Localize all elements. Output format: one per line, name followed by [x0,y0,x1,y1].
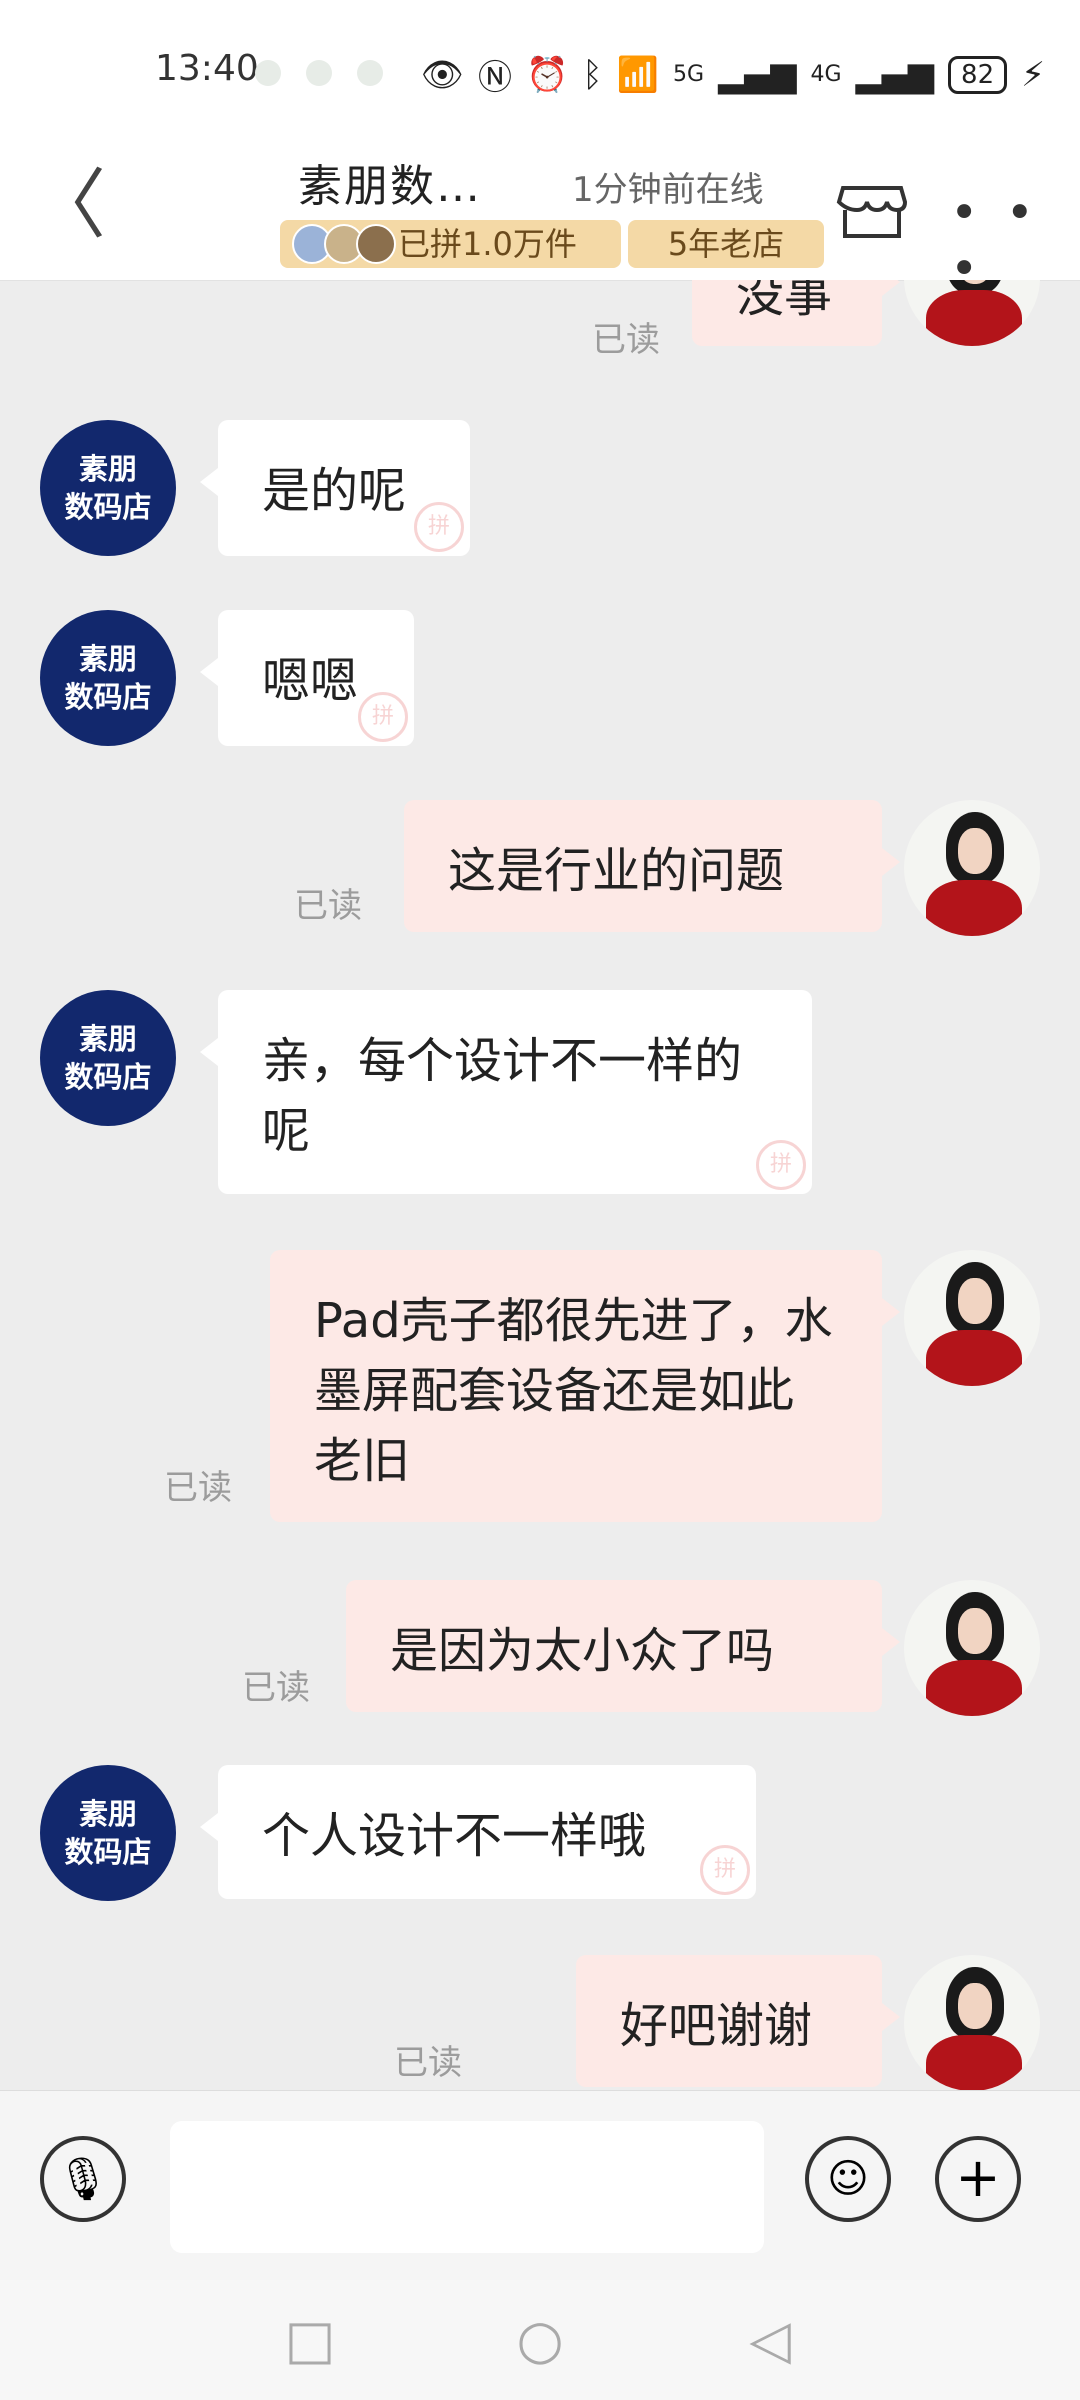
read-receipt: 已读 [294,886,362,926]
user-avatar[interactable] [904,280,1040,346]
message-row: 素朋 数码店 嗯嗯 拼 [0,610,1080,750]
read-receipt: 已读 [164,1468,232,1508]
message-text: 嗯嗯 [262,653,359,709]
message-row: 已读 是因为太小众了吗 [0,1580,1080,1720]
message-bubble[interactable]: 好吧谢谢 [576,1955,900,2087]
message-bubble[interactable]: 这是行业的问题 [404,800,900,932]
message-bubble[interactable]: 没事 [692,280,900,346]
message-row: 已读 好吧谢谢 [0,1955,1080,2090]
plus-icon[interactable]: + [935,2136,1021,2222]
message-bubble[interactable]: 亲，每个设计不一样的呢 拼 [200,990,812,1194]
message-bubble[interactable]: 是因为太小众了吗 [346,1580,900,1712]
message-row: 素朋 数码店 个人设计不一样哦 拼 [0,1765,1080,1905]
message-row: 素朋 数码店 是的呢 拼 [0,420,1080,560]
network-5g-label: 5G [673,62,705,87]
wifi-icon: 📶 [616,54,660,95]
recents-icon[interactable]: □ [280,2310,340,2370]
message-row: 已读 没事 [0,280,1080,380]
pinned-count-label: 已拼1.0万件 [398,225,577,263]
user-avatar[interactable] [904,1250,1040,1386]
pin-watermark-icon: 拼 [756,1140,806,1190]
status-icons: 👁 Ⓝ ⏰ ᛒ 📶 5G ▂▄▆ 4G ▂▄▆ 82 ⚡ [421,50,1045,99]
pin-watermark-icon: 拼 [358,692,408,742]
pin-watermark-icon: 拼 [414,502,464,552]
eye-icon: 👁 [420,54,464,95]
charging-icon: ⚡ [1021,54,1045,95]
store-icon[interactable] [835,170,909,244]
input-bar: 🎙 ☺ + [0,2090,1080,2281]
message-row: 素朋 数码店 亲，每个设计不一样的呢 拼 [0,990,1080,1200]
message-bubble[interactable]: 个人设计不一样哦 拼 [200,1765,756,1899]
microphone-icon[interactable]: 🎙 [40,2136,126,2222]
bluetooth-icon: ᛒ [582,54,603,95]
signal-icon: ▂▄▆ [718,54,797,95]
message-row: 已读 Pad壳子都很先进了，水墨屏配套设备还是如此老旧 [0,1250,1080,1530]
message-bubble[interactable]: 嗯嗯 拼 [200,610,414,746]
back-nav-icon[interactable]: ◁ [740,2310,800,2370]
message-bubble[interactable]: 是的呢 拼 [200,420,470,556]
message-text: 亲，每个设计不一样的呢 [262,1033,743,1159]
message-text: 个人设计不一样哦 [262,1808,647,1864]
read-receipt: 已读 [242,1668,310,1708]
user-avatar[interactable] [904,1955,1040,2090]
read-receipt: 已读 [592,320,660,360]
system-nav-bar: □ ○ ◁ [0,2280,1080,2400]
buyer-avatars [292,224,396,264]
store-age-badge: 5年老店 [628,220,824,268]
message-input[interactable] [170,2121,764,2253]
chat-header: 〈 素朋数… 1分钟前在线 已拼1.0万件 5年老店 • • • [0,140,1080,297]
network-4g-label: 4G [810,62,842,87]
notification-icon [306,60,332,86]
home-icon[interactable]: ○ [510,2310,570,2370]
shop-avatar[interactable]: 素朋 数码店 [40,420,176,556]
shop-avatar[interactable]: 素朋 数码店 [40,990,176,1126]
emoji-icon[interactable]: ☺ [805,2136,891,2222]
shop-avatar[interactable]: 素朋 数码店 [40,610,176,746]
message-bubble[interactable]: Pad壳子都很先进了，水墨屏配套设备还是如此老旧 [270,1250,900,1522]
user-avatar[interactable] [904,800,1040,936]
read-receipt: 已读 [394,2043,462,2083]
status-time: 13:40 [155,48,259,89]
message-list[interactable]: 已读 没事 素朋 数码店 是的呢 拼 素朋 数码店 嗯嗯 拼 已读 这是行业的问题 … [0,280,1080,2090]
chat-title[interactable]: 素朋数… [298,150,482,214]
online-status: 1分钟前在线 [572,170,764,210]
alarm-icon: ⏰ [525,54,569,95]
shop-avatar[interactable]: 素朋 数码店 [40,1765,176,1901]
message-text: 是的呢 [262,463,407,519]
status-bar: 13:40 👁 Ⓝ ⏰ ᛒ 📶 5G ▂▄▆ 4G ▂▄▆ 82 ⚡ [0,0,1080,140]
nfc-icon: Ⓝ [477,58,512,98]
pinned-count-badge: 已拼1.0万件 [280,220,621,268]
pin-watermark-icon: 拼 [700,1845,750,1895]
message-row: 已读 这是行业的问题 [0,800,1080,940]
user-avatar[interactable] [904,1580,1040,1716]
back-button[interactable]: 〈 [30,155,110,255]
notification-icon [255,60,281,86]
notification-icon [357,60,383,86]
battery-indicator: 82 [948,55,1008,94]
signal-icon: ▂▄▆ [855,54,935,95]
